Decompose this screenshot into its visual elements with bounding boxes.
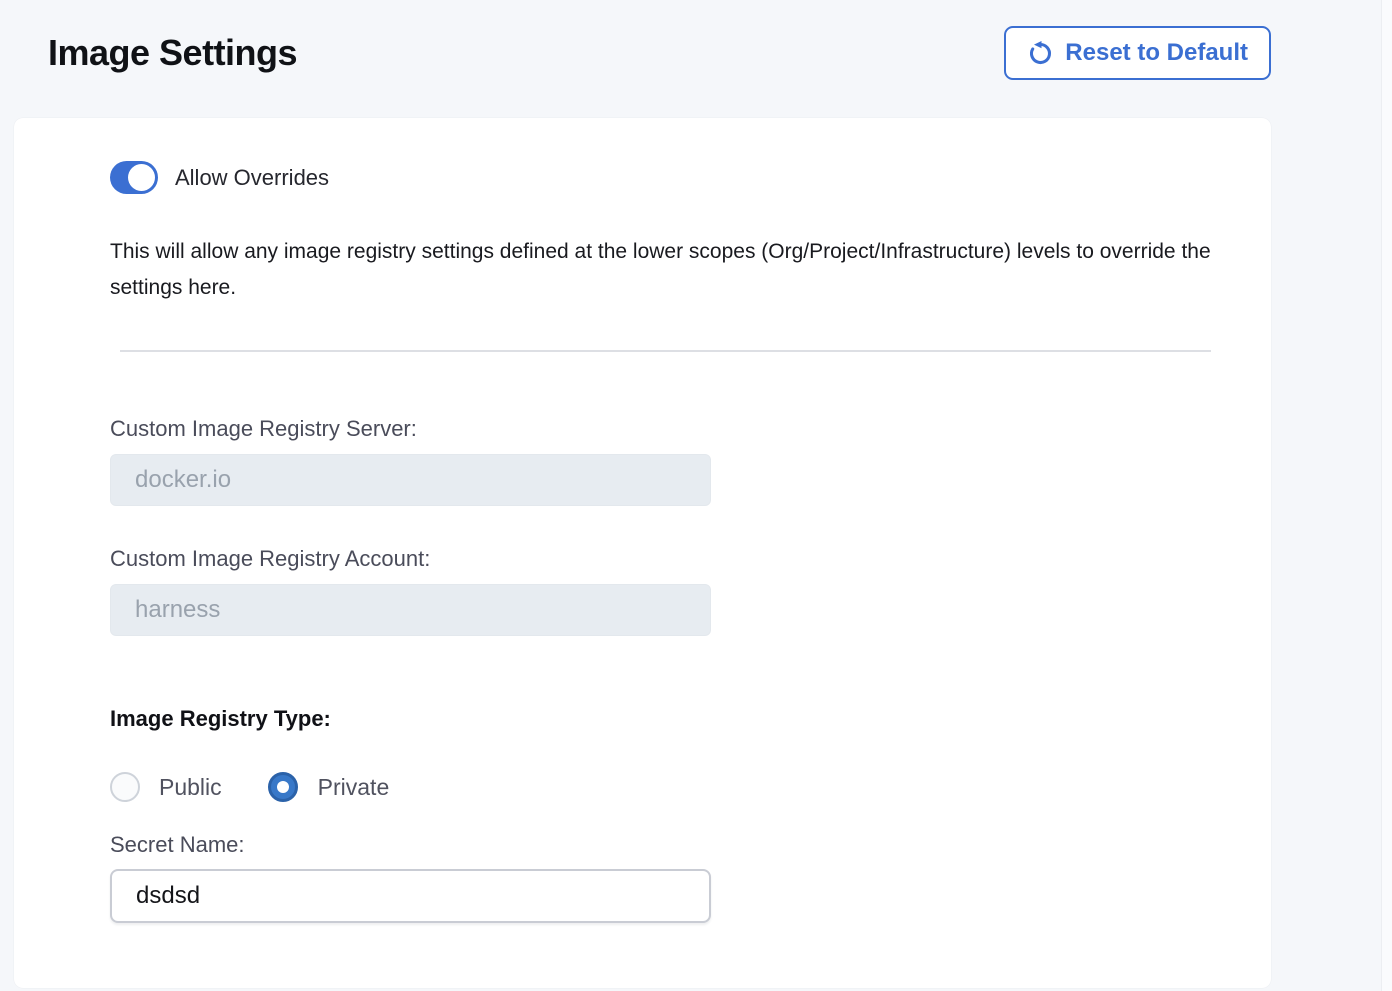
- registry-server-input[interactable]: [110, 454, 711, 506]
- scrollbar-track[interactable]: [1381, 0, 1392, 991]
- registry-server-field: Custom Image Registry Server:: [110, 416, 1223, 506]
- public-radio[interactable]: [110, 772, 140, 802]
- secret-name-input[interactable]: [110, 869, 711, 923]
- registry-type-options: Public Private: [110, 772, 1223, 802]
- registry-account-input[interactable]: [110, 584, 711, 636]
- override-description: This will allow any image registry setti…: [110, 234, 1226, 306]
- image-settings-panel: Allow Overrides This will allow any imag…: [14, 118, 1271, 988]
- image-settings-page: Image Settings Reset to Default Allow Ov…: [0, 0, 1392, 991]
- allow-overrides-row: Allow Overrides: [110, 161, 1223, 194]
- registry-account-label: Custom Image Registry Account:: [110, 546, 1223, 572]
- reset-to-default-button[interactable]: Reset to Default: [1004, 26, 1271, 80]
- section-divider: [120, 350, 1211, 352]
- allow-overrides-label: Allow Overrides: [175, 165, 329, 191]
- reset-button-label: Reset to Default: [1065, 39, 1248, 67]
- page-header: Image Settings Reset to Default: [0, 0, 1392, 80]
- allow-overrides-toggle[interactable]: [110, 161, 158, 194]
- registry-server-label: Custom Image Registry Server:: [110, 416, 1223, 442]
- secret-name-label: Secret Name:: [110, 832, 1223, 858]
- reset-icon: [1027, 40, 1054, 67]
- radio-option-private[interactable]: Private: [268, 772, 390, 802]
- private-radio-label: Private: [318, 774, 390, 801]
- page-title: Image Settings: [48, 32, 297, 74]
- registry-type-label: Image Registry Type:: [110, 706, 1223, 732]
- secret-name-field: Secret Name:: [110, 832, 1223, 923]
- radio-option-public[interactable]: Public: [110, 772, 222, 802]
- toggle-knob: [128, 164, 155, 191]
- private-radio[interactable]: [268, 772, 298, 802]
- public-radio-label: Public: [159, 774, 222, 801]
- registry-account-field: Custom Image Registry Account:: [110, 546, 1223, 636]
